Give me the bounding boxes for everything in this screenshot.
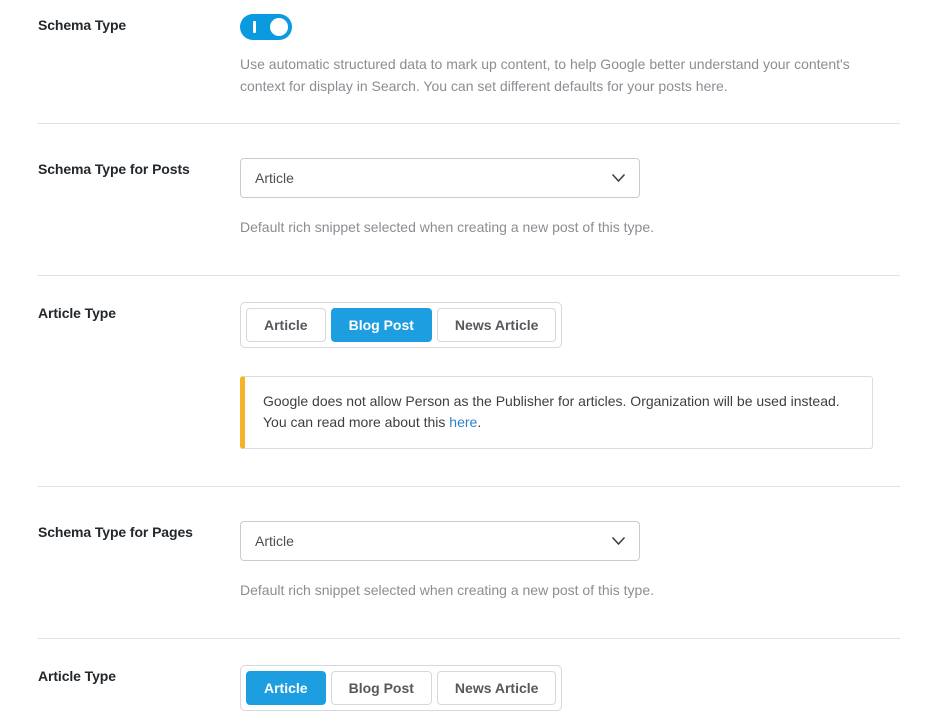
toggle-bar-icon [253, 21, 256, 33]
article-type-posts-button-news-article[interactable]: News Article [436, 308, 557, 343]
schema-type-pages-select[interactable]: Article [240, 521, 640, 562]
section-schema-type-pages: Schema Type for Pages Article Default ri… [0, 487, 938, 602]
article-type-posts-button-article[interactable]: Article [246, 308, 326, 343]
notice-link-here[interactable]: here [449, 414, 477, 430]
notice-text-after: . [477, 414, 482, 431]
help-schema-type-pages: Default rich snippet selected when creat… [240, 582, 655, 599]
section-article-type-pages: Article Type Article Blog Post News Arti… [0, 639, 938, 719]
label-schema-type-pages: Schema Type for Pages [38, 524, 193, 541]
schema-type-pages-select-wrap: Article [240, 521, 640, 562]
section-schema-type-posts: Schema Type for Posts Article Default ri… [0, 124, 938, 239]
field-schema-type-pages: Article Default rich snippet selected wh… [240, 521, 900, 602]
section-schema-type: Schema Type Use automatic structured dat… [0, 0, 938, 97]
settings-panel: Schema Type Use automatic structured dat… [0, 0, 938, 719]
field-article-type-posts: Article Blog Post News Article Google do… [240, 302, 900, 450]
article-type-pages-button-blog-post[interactable]: Blog Post [330, 670, 432, 705]
label-article-type-posts: Article Type [38, 305, 116, 322]
field-schema-type-posts: Article Default rich snippet selected wh… [240, 158, 900, 239]
label-schema-type: Schema Type [38, 17, 127, 33]
toggle-knob [270, 18, 288, 36]
label-schema-type-posts: Schema Type for Posts [38, 161, 190, 178]
help-schema-type-posts: Default rich snippet selected when creat… [240, 219, 655, 236]
schema-type-posts-select-wrap: Article [240, 158, 640, 199]
label-article-type-pages: Article Type [38, 667, 116, 684]
section-article-type-posts: Article Type Article Blog Post News Arti… [0, 276, 938, 450]
article-type-pages-button-news-article[interactable]: News Article [436, 670, 557, 705]
article-type-posts-button-blog-post[interactable]: Blog Post [330, 308, 432, 343]
article-type-posts-button-group: Article Blog Post News Article [240, 302, 563, 349]
article-type-pages-button-article[interactable]: Article [246, 670, 326, 705]
help-schema-type: Use automatic structured data to mark up… [240, 56, 850, 94]
publisher-notice-posts: Google does not allow Person as the Publ… [240, 376, 873, 450]
field-article-type-pages: Article Blog Post News Article Google do… [240, 664, 900, 719]
field-schema-type: Use automatic structured data to mark up… [240, 14, 900, 97]
article-type-pages-button-group: Article Blog Post News Article [240, 664, 563, 711]
schema-type-toggle[interactable] [240, 14, 292, 40]
notice-text-before: Google does not allow Person as the Publ… [263, 393, 840, 431]
schema-type-posts-select[interactable]: Article [240, 158, 640, 199]
